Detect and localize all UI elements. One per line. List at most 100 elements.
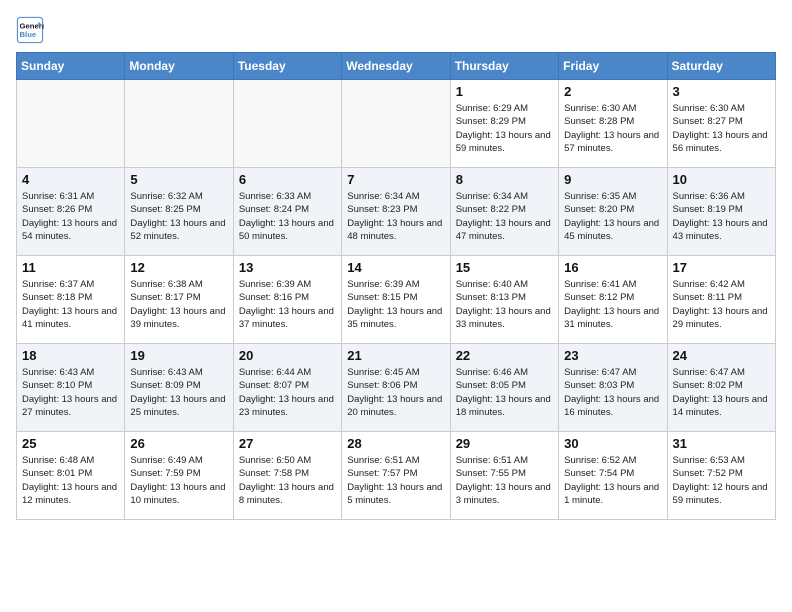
day-number: 21 — [347, 348, 444, 363]
day-header-saturday: Saturday — [667, 53, 775, 80]
week-row-2: 4Sunrise: 6:31 AMSunset: 8:26 PMDaylight… — [17, 168, 776, 256]
day-number: 22 — [456, 348, 553, 363]
day-info: Sunrise: 6:50 AMSunset: 7:58 PMDaylight:… — [239, 454, 336, 507]
calendar-header-row: SundayMondayTuesdayWednesdayThursdayFrid… — [17, 53, 776, 80]
logo: General Blue — [16, 16, 48, 44]
day-header-friday: Friday — [559, 53, 667, 80]
day-number: 11 — [22, 260, 119, 275]
day-number: 20 — [239, 348, 336, 363]
day-info: Sunrise: 6:51 AMSunset: 7:57 PMDaylight:… — [347, 454, 444, 507]
day-info: Sunrise: 6:37 AMSunset: 8:18 PMDaylight:… — [22, 278, 119, 331]
day-info: Sunrise: 6:52 AMSunset: 7:54 PMDaylight:… — [564, 454, 661, 507]
calendar-cell: 26 Sunrise: 6:49 AMSunset: 7:59 PMDayligh… — [125, 432, 233, 520]
day-number: 9 — [564, 172, 661, 187]
day-number: 16 — [564, 260, 661, 275]
day-number: 17 — [673, 260, 770, 275]
day-number: 29 — [456, 436, 553, 451]
calendar-cell: 5 Sunrise: 6:32 AMSunset: 8:25 PMDaylight… — [125, 168, 233, 256]
calendar-cell — [17, 80, 125, 168]
calendar-cell: 30 Sunrise: 6:52 AMSunset: 7:54 PMDayligh… — [559, 432, 667, 520]
day-number: 8 — [456, 172, 553, 187]
calendar-cell — [233, 80, 341, 168]
calendar-cell: 16 Sunrise: 6:41 AMSunset: 8:12 PMDayligh… — [559, 256, 667, 344]
day-number: 26 — [130, 436, 227, 451]
day-info: Sunrise: 6:47 AMSunset: 8:03 PMDaylight:… — [564, 366, 661, 419]
calendar-cell — [125, 80, 233, 168]
day-number: 1 — [456, 84, 553, 99]
calendar-cell: 25Sunrise: 6:48 AMSunset: 8:01 PMDayligh… — [17, 432, 125, 520]
day-number: 5 — [130, 172, 227, 187]
day-info: Sunrise: 6:43 AMSunset: 8:09 PMDaylight:… — [130, 366, 227, 419]
day-info: Sunrise: 6:31 AMSunset: 8:26 PMDaylight:… — [22, 190, 119, 243]
day-info: Sunrise: 6:40 AMSunset: 8:13 PMDaylight:… — [456, 278, 553, 331]
day-info: Sunrise: 6:53 AMSunset: 7:52 PMDaylight:… — [673, 454, 770, 507]
day-info: Sunrise: 6:34 AMSunset: 8:23 PMDaylight:… — [347, 190, 444, 243]
day-number: 6 — [239, 172, 336, 187]
calendar-cell: 20 Sunrise: 6:44 AMSunset: 8:07 PMDayligh… — [233, 344, 341, 432]
day-info: Sunrise: 6:29 AMSunset: 8:29 PMDaylight:… — [456, 102, 553, 155]
calendar-cell: 31 Sunrise: 6:53 AMSunset: 7:52 PMDayligh… — [667, 432, 775, 520]
calendar-cell: 18Sunrise: 6:43 AMSunset: 8:10 PMDayligh… — [17, 344, 125, 432]
calendar-cell: 17Sunrise: 6:42 AMSunset: 8:11 PMDayligh… — [667, 256, 775, 344]
calendar-cell: 8Sunrise: 6:34 AMSunset: 8:22 PMDaylight… — [450, 168, 558, 256]
calendar-cell: 15 Sunrise: 6:40 AMSunset: 8:13 PMDayligh… — [450, 256, 558, 344]
svg-text:Blue: Blue — [20, 30, 37, 39]
calendar-cell: 3 Sunrise: 6:30 AMSunset: 8:27 PMDaylight… — [667, 80, 775, 168]
day-info: Sunrise: 6:30 AMSunset: 8:27 PMDaylight:… — [673, 102, 770, 155]
day-number: 25 — [22, 436, 119, 451]
day-number: 13 — [239, 260, 336, 275]
day-header-wednesday: Wednesday — [342, 53, 450, 80]
day-info: Sunrise: 6:35 AMSunset: 8:20 PMDaylight:… — [564, 190, 661, 243]
calendar-cell: 13 Sunrise: 6:39 AMSunset: 8:16 PMDayligh… — [233, 256, 341, 344]
day-header-monday: Monday — [125, 53, 233, 80]
day-number: 10 — [673, 172, 770, 187]
calendar-cell: 22 Sunrise: 6:46 AMSunset: 8:05 PMDayligh… — [450, 344, 558, 432]
day-info: Sunrise: 6:38 AMSunset: 8:17 PMDaylight:… — [130, 278, 227, 331]
day-number: 31 — [673, 436, 770, 451]
day-header-thursday: Thursday — [450, 53, 558, 80]
day-number: 3 — [673, 84, 770, 99]
day-info: Sunrise: 6:49 AMSunset: 7:59 PMDaylight:… — [130, 454, 227, 507]
day-info: Sunrise: 6:32 AMSunset: 8:25 PMDaylight:… — [130, 190, 227, 243]
day-number: 2 — [564, 84, 661, 99]
week-row-3: 11 Sunrise: 6:37 AMSunset: 8:18 PMDayligh… — [17, 256, 776, 344]
day-header-sunday: Sunday — [17, 53, 125, 80]
day-info: Sunrise: 6:46 AMSunset: 8:05 PMDaylight:… — [456, 366, 553, 419]
calendar-cell: 2 Sunrise: 6:30 AMSunset: 8:28 PMDaylight… — [559, 80, 667, 168]
day-info: Sunrise: 6:39 AMSunset: 8:16 PMDaylight:… — [239, 278, 336, 331]
day-number: 12 — [130, 260, 227, 275]
calendar-cell: 7 Sunrise: 6:34 AMSunset: 8:23 PMDaylight… — [342, 168, 450, 256]
calendar-cell: 4Sunrise: 6:31 AMSunset: 8:26 PMDaylight… — [17, 168, 125, 256]
calendar-cell: 10 Sunrise: 6:36 AMSunset: 8:19 PMDayligh… — [667, 168, 775, 256]
day-info: Sunrise: 6:45 AMSunset: 8:06 PMDaylight:… — [347, 366, 444, 419]
calendar-cell: 12 Sunrise: 6:38 AMSunset: 8:17 PMDayligh… — [125, 256, 233, 344]
week-row-4: 18Sunrise: 6:43 AMSunset: 8:10 PMDayligh… — [17, 344, 776, 432]
day-number: 27 — [239, 436, 336, 451]
svg-text:General: General — [20, 22, 45, 31]
day-info: Sunrise: 6:51 AMSunset: 7:55 PMDaylight:… — [456, 454, 553, 507]
calendar-cell: 19Sunrise: 6:43 AMSunset: 8:09 PMDayligh… — [125, 344, 233, 432]
week-row-1: 1 Sunrise: 6:29 AMSunset: 8:29 PMDaylight… — [17, 80, 776, 168]
day-number: 15 — [456, 260, 553, 275]
day-number: 7 — [347, 172, 444, 187]
day-info: Sunrise: 6:39 AMSunset: 8:15 PMDaylight:… — [347, 278, 444, 331]
day-info: Sunrise: 6:30 AMSunset: 8:28 PMDaylight:… — [564, 102, 661, 155]
day-number: 30 — [564, 436, 661, 451]
day-number: 18 — [22, 348, 119, 363]
day-info: Sunrise: 6:36 AMSunset: 8:19 PMDaylight:… — [673, 190, 770, 243]
day-number: 28 — [347, 436, 444, 451]
calendar-cell: 6Sunrise: 6:33 AMSunset: 8:24 PMDaylight… — [233, 168, 341, 256]
day-header-tuesday: Tuesday — [233, 53, 341, 80]
day-info: Sunrise: 6:41 AMSunset: 8:12 PMDaylight:… — [564, 278, 661, 331]
day-number: 14 — [347, 260, 444, 275]
week-row-5: 25Sunrise: 6:48 AMSunset: 8:01 PMDayligh… — [17, 432, 776, 520]
header: General Blue — [16, 16, 776, 44]
day-number: 23 — [564, 348, 661, 363]
calendar-cell: 21 Sunrise: 6:45 AMSunset: 8:06 PMDayligh… — [342, 344, 450, 432]
calendar-cell: 9 Sunrise: 6:35 AMSunset: 8:20 PMDaylight… — [559, 168, 667, 256]
calendar-cell: 14 Sunrise: 6:39 AMSunset: 8:15 PMDayligh… — [342, 256, 450, 344]
calendar-cell: 11 Sunrise: 6:37 AMSunset: 8:18 PMDayligh… — [17, 256, 125, 344]
calendar-cell: 27 Sunrise: 6:50 AMSunset: 7:58 PMDayligh… — [233, 432, 341, 520]
day-info: Sunrise: 6:44 AMSunset: 8:07 PMDaylight:… — [239, 366, 336, 419]
calendar-cell: 24Sunrise: 6:47 AMSunset: 8:02 PMDayligh… — [667, 344, 775, 432]
